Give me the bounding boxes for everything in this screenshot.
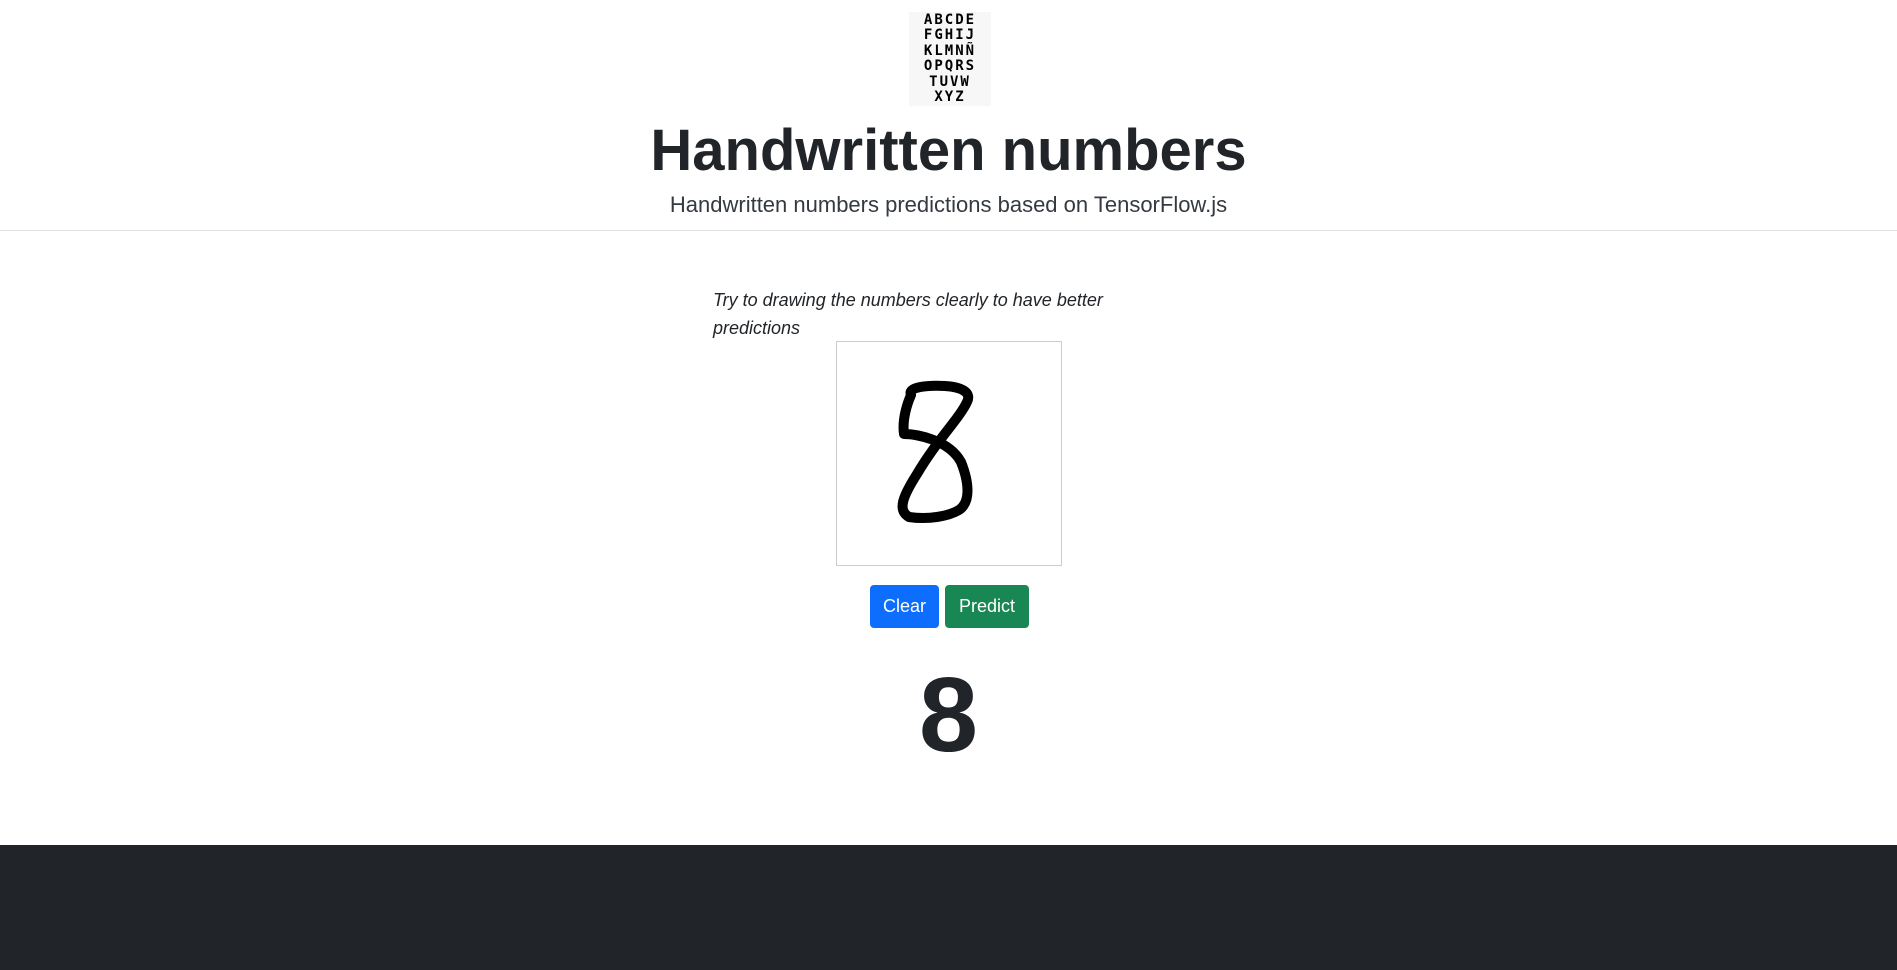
page-subtitle: Handwritten numbers predictions based on… [669, 192, 1228, 217]
logo-line: TUVW [929, 73, 971, 90]
logo-line: ABCDE [923, 11, 977, 28]
logo-line: XYZ [934, 89, 966, 105]
alphabet-logo: ABCDE FGHIJ KLMNÑ OPQRS TUVW XYZ [909, 12, 991, 106]
logo-line: KLMNÑ [923, 42, 977, 59]
predict-button[interactable]: Predict [945, 585, 1029, 628]
drawing-canvas[interactable] [836, 341, 1062, 566]
logo-line: OPQRS [923, 58, 977, 74]
page-footer [0, 845, 1897, 970]
handwritten-eight-stroke-icon [897, 380, 974, 524]
logo-line: FGHIJ [923, 27, 977, 43]
page-title: Handwritten numbers [650, 118, 1247, 183]
clear-button[interactable]: Clear [870, 585, 939, 628]
prediction-result: 8 [919, 656, 978, 774]
drawing-hint: Try to drawing the numbers clearly to ha… [713, 290, 1103, 338]
page-header: ABCDE FGHIJ KLMNÑ OPQRS TUVW XYZ Handwri… [0, 0, 1897, 231]
